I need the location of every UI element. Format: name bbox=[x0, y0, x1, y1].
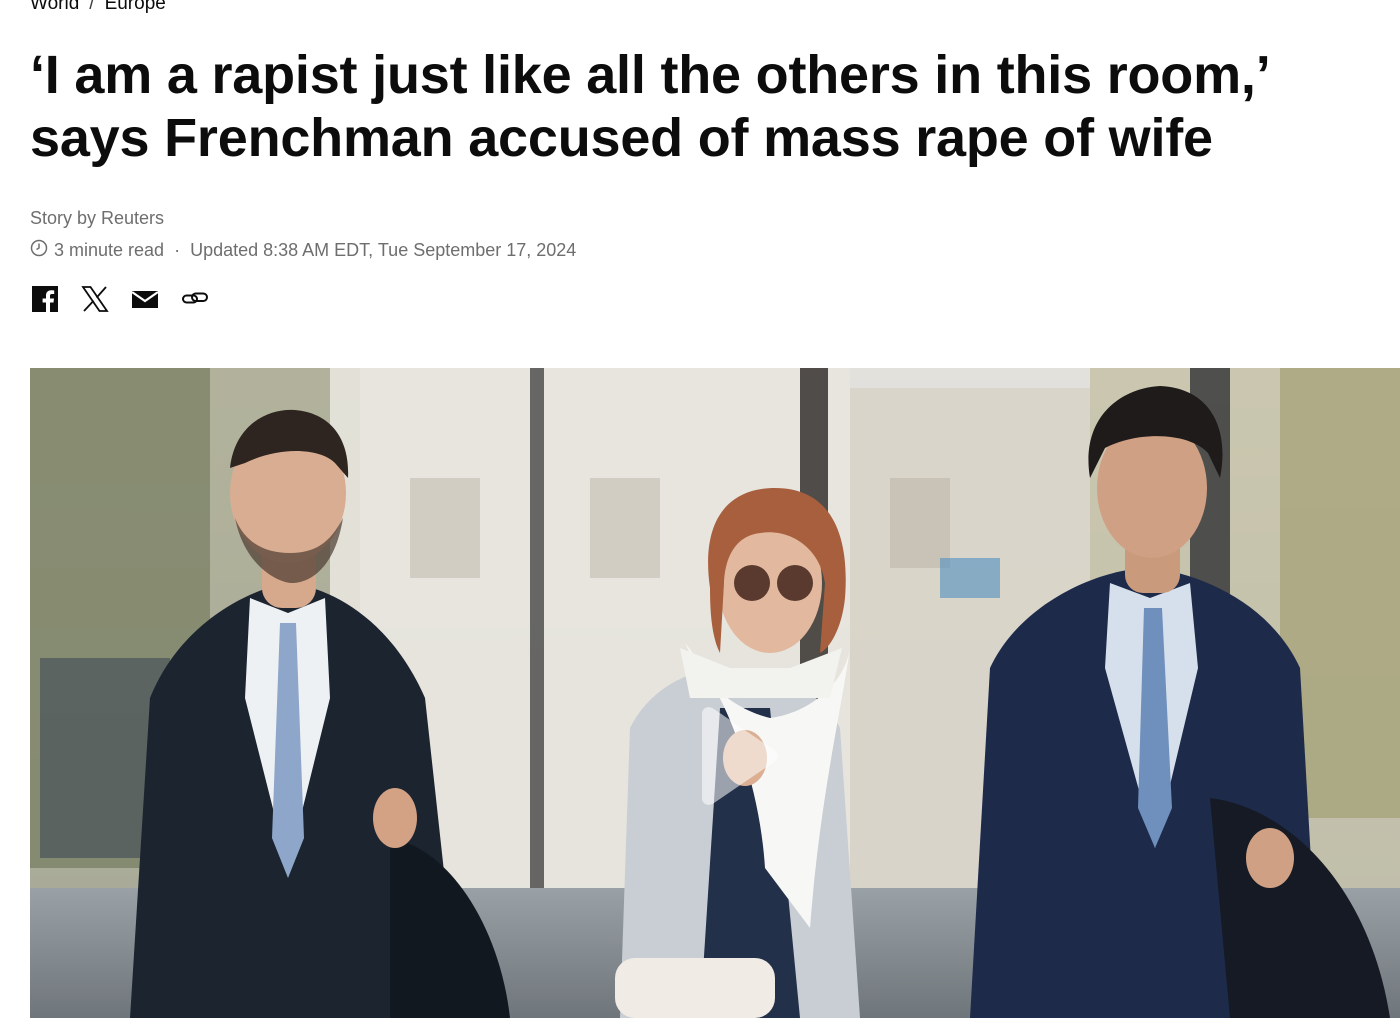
meta-separator: · bbox=[174, 240, 181, 260]
email-share-button[interactable] bbox=[130, 286, 160, 316]
article-headline: ‘I am a rapist just like all the others … bbox=[30, 44, 1395, 170]
updated-timestamp: Updated 8:38 AM EDT, Tue September 17, 2… bbox=[190, 240, 577, 260]
play-video-button[interactable] bbox=[690, 706, 780, 806]
breadcrumb-europe[interactable]: Europe bbox=[105, 0, 166, 14]
share-bar bbox=[30, 285, 210, 318]
email-icon bbox=[131, 285, 159, 318]
facebook-icon bbox=[31, 285, 59, 318]
article-meta: 3 minute read · Updated 8:38 AM EDT, Tue… bbox=[30, 239, 576, 262]
hero-image bbox=[30, 368, 1400, 1018]
clock-icon bbox=[30, 239, 48, 262]
breadcrumb: World / Europe bbox=[30, 0, 166, 14]
headline-line-2: says Frenchman accused of mass rape of w… bbox=[30, 108, 1213, 168]
article-page: World / Europe ‘I am a rapist just like … bbox=[0, 0, 1400, 1018]
breadcrumb-separator: / bbox=[89, 0, 95, 14]
x-share-button[interactable] bbox=[80, 285, 110, 318]
breadcrumb-world[interactable]: World bbox=[30, 0, 79, 14]
headline-line-1: ‘I am a rapist just like all the others … bbox=[30, 45, 1271, 105]
x-icon bbox=[81, 285, 109, 318]
copy-link-button[interactable] bbox=[180, 286, 210, 316]
play-icon bbox=[690, 706, 780, 806]
hero-video[interactable] bbox=[30, 368, 1400, 1018]
byline: Story by Reuters bbox=[30, 208, 165, 228]
read-time: 3 minute read bbox=[54, 240, 165, 260]
link-icon bbox=[181, 285, 209, 318]
facebook-share-button[interactable] bbox=[30, 285, 60, 318]
